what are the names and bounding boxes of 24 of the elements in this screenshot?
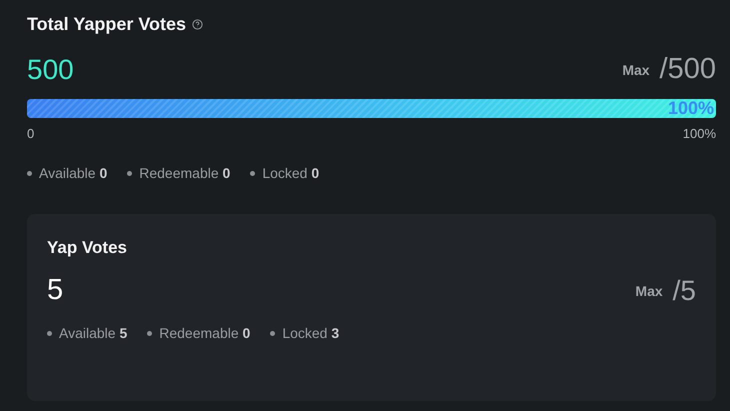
stat-label: Available 0 — [39, 165, 108, 181]
max-label: Max — [622, 62, 650, 78]
stat-label: Available 5 — [59, 325, 128, 341]
max-value: /500 — [660, 53, 716, 86]
stat-label: Locked 0 — [262, 165, 320, 181]
bullet-icon — [250, 170, 256, 176]
bullet-icon — [27, 170, 32, 176]
bullet-icon — [127, 170, 132, 176]
max-value: /5 — [672, 274, 696, 306]
help-icon[interactable] — [192, 19, 204, 30]
stat-label: Redeemable 0 — [139, 165, 230, 181]
vote-count: 5 — [47, 274, 64, 307]
stat-label: Redeemable 0 — [159, 325, 250, 341]
card-title: Yap Votes — [47, 238, 128, 258]
stat-label: Locked 3 — [282, 325, 340, 341]
bullet-icon — [47, 330, 52, 336]
max-label: Max — [635, 282, 663, 298]
scale-end: 100% — [682, 126, 716, 141]
vote-count: 500 — [27, 54, 74, 86]
bullet-icon — [147, 330, 152, 336]
bullet-icon — [270, 330, 276, 336]
scale-start: 0 — [27, 126, 34, 141]
section-title: Total Yapper Votes — [27, 14, 186, 35]
progress-label: 100% — [668, 99, 714, 118]
